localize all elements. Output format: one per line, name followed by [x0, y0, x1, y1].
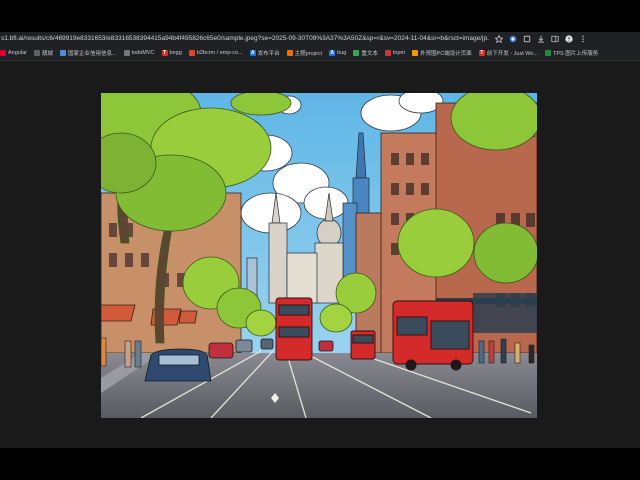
bookmark-item[interactable]: 主题project [286, 49, 323, 57]
city-street-illustration-image [101, 93, 537, 418]
bookmark-label: 主题project [294, 51, 323, 57]
bookmark-label: TPS 图片上传服务 [553, 51, 599, 57]
app-icon [286, 50, 293, 56]
globe-icon [59, 50, 66, 56]
bookmark-item[interactable]: tnpm [384, 50, 406, 56]
bookmark-item[interactable]: todoMVC [123, 50, 155, 56]
sidebar-icon[interactable] [551, 35, 559, 43]
star-icon[interactable] [495, 35, 503, 43]
folder-icon [33, 50, 40, 56]
design-icon [412, 50, 419, 56]
bookmark-label: 国家企业信用信息... [67, 51, 117, 57]
t-icon: T [478, 50, 485, 56]
a-icon: A [329, 50, 336, 56]
download-icon[interactable] [537, 35, 545, 43]
profile-icon[interactable] [565, 35, 573, 43]
menu-icon[interactable] [579, 35, 587, 43]
bookmark-item[interactable]: 靓城 [33, 49, 53, 57]
bookmark-item[interactable]: T 前下开发 - Just Wo... [478, 49, 538, 57]
extension-icon[interactable] [509, 35, 517, 43]
bookmark-item[interactable]: Abug [329, 50, 346, 56]
url-text[interactable]: s1.bfl.ai/results/c6/469919e8331653/e833… [0, 32, 489, 46]
todo-icon [123, 50, 130, 56]
bookmark-label: 前下开发 - Just Wo... [486, 51, 538, 57]
bookmark-item[interactable]: 重文本 [353, 49, 378, 57]
bookmark-label: bug [337, 50, 347, 56]
address-bar[interactable]: s1.bfl.ai/results/c6/469919e8331653/e833… [0, 32, 640, 46]
bookmark-label: 重文本 [361, 51, 378, 57]
bookmark-label: 发布平台 [257, 51, 280, 57]
t-icon: T [161, 50, 168, 56]
bookmarks-bar: Angular 靓城 国家企业信用信息... todoMVC Tbegg b2bcrm /… [0, 46, 640, 61]
bookmark-label: 靓城 [41, 51, 53, 57]
puzzle-icon[interactable] [523, 35, 531, 43]
upload-icon [545, 50, 551, 56]
a-icon: A [249, 50, 256, 56]
bookmark-item[interactable]: b2bcrm / emp-co... [188, 50, 243, 56]
bookmark-item[interactable]: 外贸圈PC端设计页面 [412, 49, 472, 57]
bookmark-label: b2bcrm / emp-co... [196, 50, 243, 56]
bookmark-item[interactable]: Tbegg [161, 50, 182, 56]
bookmark-label: begg [169, 50, 182, 56]
bookmark-item[interactable]: Angular [0, 50, 27, 56]
bookmark-label: Angular [8, 50, 27, 56]
bookmark-item[interactable]: A 发布平台 [249, 49, 280, 57]
bookmark-item[interactable]: 国家企业信用信息... [59, 49, 117, 57]
bookmark-label: tnpm [392, 50, 406, 56]
gitlab-icon [188, 50, 195, 56]
bookmark-label: todoMVC [131, 50, 155, 56]
angular-icon [0, 50, 6, 56]
screen-top-border [0, 0, 640, 32]
doc-icon [353, 50, 360, 56]
bookmark-item[interactable]: TPS 图片上传服务 [545, 49, 598, 57]
toolbar-icons [495, 35, 587, 43]
screen-bottom-border [0, 448, 640, 480]
npm-icon [384, 50, 391, 56]
bookmark-label: 外贸圈PC端设计页面 [420, 51, 472, 57]
